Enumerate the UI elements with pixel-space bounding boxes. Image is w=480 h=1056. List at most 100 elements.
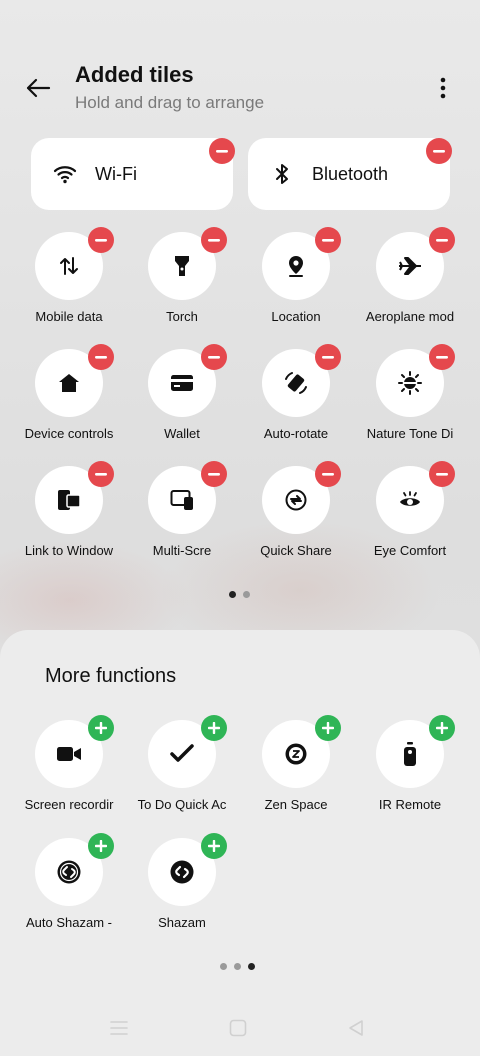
added-tiles-page-indicator	[229, 591, 250, 598]
add-tile-button[interactable]	[429, 715, 455, 741]
section-title: More functions	[45, 665, 177, 687]
tile-label: Auto Shazam -	[26, 915, 112, 930]
plus-icon	[208, 722, 220, 734]
page-dot[interactable]	[243, 591, 250, 598]
remove-tile-button[interactable]	[315, 344, 341, 370]
tile-ir-remote[interactable]: IR Remote	[355, 715, 465, 820]
minus-icon	[436, 355, 448, 359]
minus-icon	[433, 149, 445, 153]
tile-torch[interactable]: Torch	[127, 227, 237, 332]
add-tile-button[interactable]	[88, 833, 114, 859]
remove-tile-button[interactable]	[429, 344, 455, 370]
plus-icon	[208, 840, 220, 852]
minus-icon	[95, 355, 107, 359]
shazam-icon	[57, 860, 81, 884]
tile-device-controls[interactable]: Device controls	[14, 344, 124, 449]
plus-icon	[95, 722, 107, 734]
tile-label: Aeroplane mod	[365, 309, 455, 324]
tile-label: Torch	[166, 309, 198, 324]
todo-icon	[170, 744, 194, 762]
back-button[interactable]	[20, 70, 56, 106]
link-to-windows-icon	[58, 490, 81, 510]
recents-button[interactable]	[107, 1016, 131, 1040]
airplane-icon	[399, 257, 421, 275]
mobile-data-icon	[60, 257, 78, 275]
remove-tile-button[interactable]	[88, 344, 114, 370]
tile-multi-screen[interactable]: Multi-Scre	[127, 461, 237, 566]
remove-tile-button[interactable]	[201, 227, 227, 253]
more-vert-icon	[440, 77, 446, 99]
menu-icon	[110, 1021, 128, 1035]
remove-tile-button[interactable]	[201, 461, 227, 487]
minus-icon	[208, 472, 220, 476]
tile-link-to-windows[interactable]: Link to Window	[14, 461, 124, 566]
tile-label: Zen Space	[264, 797, 328, 812]
tile-label: IR Remote	[378, 797, 442, 812]
minus-icon	[322, 238, 334, 242]
tile-screen-recording[interactable]: Screen recordir	[14, 715, 124, 820]
back-nav-button[interactable]	[344, 1016, 368, 1040]
add-tile-button[interactable]	[201, 715, 227, 741]
tile-location[interactable]: Location	[241, 227, 351, 332]
minus-icon	[208, 355, 220, 359]
tile-aeroplane-mode[interactable]: Aeroplane mod	[355, 227, 465, 332]
minus-icon	[95, 238, 107, 242]
eye-comfort-icon	[400, 491, 420, 506]
torch-icon	[175, 256, 189, 276]
tile-label: Nature Tone Di	[366, 426, 454, 441]
triangle-back-icon	[349, 1020, 363, 1036]
page-dot-active[interactable]	[229, 591, 236, 598]
tile-shazam[interactable]: Shazam	[127, 833, 237, 938]
tile-todo-quick-action[interactable]: To Do Quick Ac	[127, 715, 237, 820]
tile-auto-shazam[interactable]: Auto Shazam -	[14, 833, 124, 938]
add-tile-button[interactable]	[201, 833, 227, 859]
minus-icon	[436, 472, 448, 476]
tile-label: Screen recordir	[24, 797, 114, 812]
more-options-button[interactable]	[428, 70, 458, 106]
tile-label: Wi-Fi	[95, 164, 137, 184]
minus-icon	[436, 238, 448, 242]
wallet-icon	[171, 375, 193, 391]
bluetooth-icon	[276, 164, 288, 184]
tile-label: Eye Comfort	[373, 543, 447, 558]
home-button[interactable]	[226, 1016, 250, 1040]
add-tile-button[interactable]	[315, 715, 341, 741]
page-dot-active[interactable]	[248, 963, 255, 970]
tile-label: Quick Share	[260, 543, 332, 558]
page-dot[interactable]	[220, 963, 227, 970]
tile-label: Shazam	[158, 915, 206, 930]
remove-tile-button[interactable]	[429, 227, 455, 253]
tile-bluetooth[interactable]: Bluetooth	[248, 138, 452, 210]
navigation-bar	[0, 1000, 480, 1056]
tile-label: Device controls	[24, 426, 114, 441]
page-dot[interactable]	[234, 963, 241, 970]
minus-icon	[208, 238, 220, 242]
minus-icon	[216, 149, 228, 153]
tile-label: To Do Quick Ac	[137, 797, 227, 812]
remove-tile-button[interactable]	[426, 138, 452, 164]
back-arrow-icon	[26, 78, 51, 98]
home-icon	[59, 374, 79, 392]
tile-quick-share[interactable]: Quick Share	[241, 461, 351, 566]
tile-wallet[interactable]: Wallet	[127, 344, 237, 449]
tile-zen-space[interactable]: Zen Space	[241, 715, 351, 820]
nature-tone-icon	[398, 371, 422, 395]
more-functions-sheet: More functions Screen recordir To Do Qui…	[0, 630, 480, 1056]
add-tile-button[interactable]	[88, 715, 114, 741]
tile-label: Link to Window	[24, 543, 114, 558]
remove-tile-button[interactable]	[315, 461, 341, 487]
tile-wifi[interactable]: Wi-Fi	[31, 138, 235, 210]
remove-tile-button[interactable]	[201, 344, 227, 370]
plus-icon	[95, 840, 107, 852]
remove-tile-button[interactable]	[315, 227, 341, 253]
tile-nature-tone[interactable]: Nature Tone Di	[355, 344, 465, 449]
tile-mobile-data[interactable]: Mobile data	[14, 227, 124, 332]
tile-eye-comfort[interactable]: Eye Comfort	[355, 461, 465, 566]
remove-tile-button[interactable]	[429, 461, 455, 487]
tile-auto-rotate[interactable]: Auto-rotate	[241, 344, 351, 449]
minus-icon	[322, 472, 334, 476]
remove-tile-button[interactable]	[88, 461, 114, 487]
remove-tile-button[interactable]	[209, 138, 235, 164]
tile-label: Wallet	[164, 426, 200, 441]
remove-tile-button[interactable]	[88, 227, 114, 253]
